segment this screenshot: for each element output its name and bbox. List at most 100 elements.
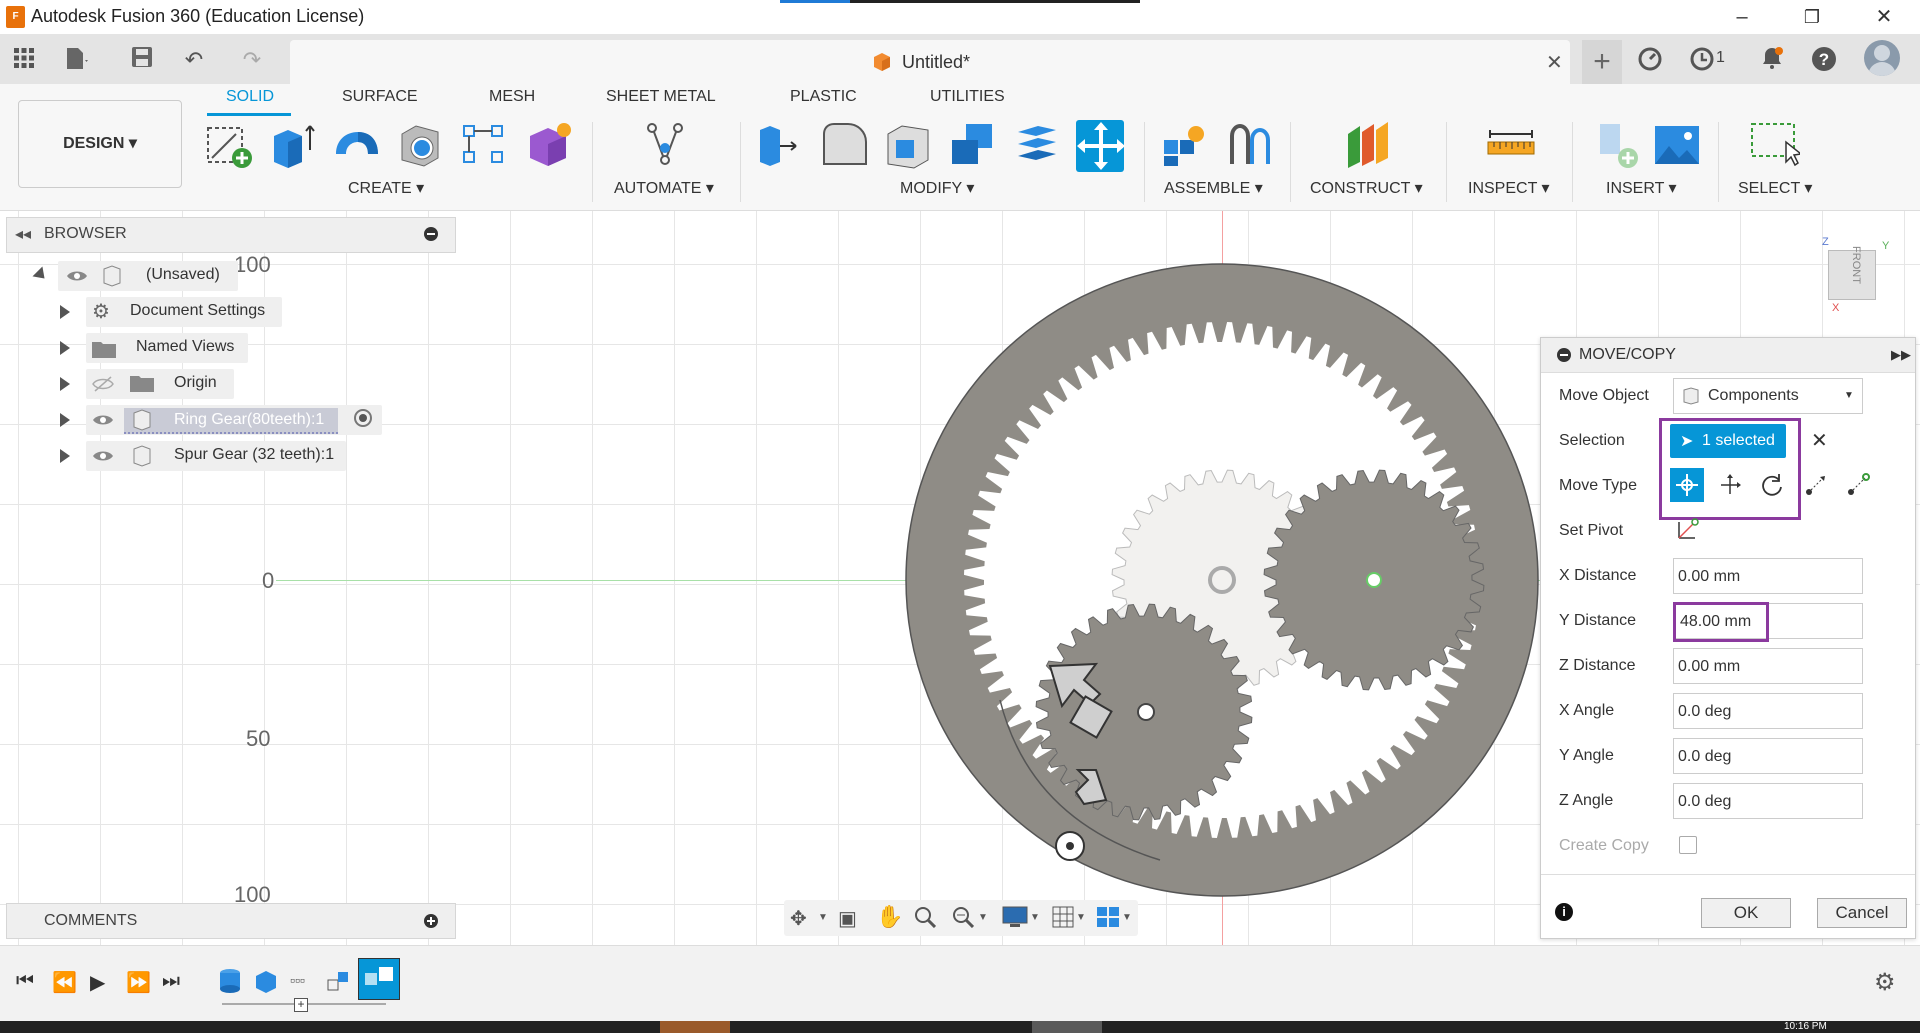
add-comment-icon[interactable]	[424, 914, 438, 928]
press-pull-icon[interactable]	[756, 120, 804, 172]
user-avatar[interactable]	[1864, 40, 1900, 76]
extensions-icon[interactable]	[1636, 46, 1664, 74]
inspect-group-label[interactable]: INSPECT ▾	[1468, 178, 1550, 198]
workspace-switcher-button[interactable]: DESIGN ▾	[18, 100, 182, 188]
visibility-eye-icon[interactable]	[66, 268, 88, 289]
close-window-button[interactable]: ✕	[1864, 4, 1904, 30]
timeline-feature-move-icon[interactable]	[358, 958, 400, 1000]
collapse-dialog-icon[interactable]	[1557, 348, 1571, 362]
visibility-eye-icon[interactable]	[92, 412, 114, 433]
shell-modify-icon[interactable]	[884, 120, 932, 172]
gear-assembly-model[interactable]	[900, 260, 1550, 910]
go-to-start-icon[interactable]: ⏮	[16, 970, 34, 993]
tab-sheet-metal[interactable]: SHEET METAL	[606, 88, 716, 106]
viewports-icon[interactable]	[1096, 906, 1120, 933]
comments-panel-header[interactable]: COMMENTS	[6, 903, 456, 939]
measure-icon[interactable]	[1486, 120, 1535, 172]
look-at-icon[interactable]: ▣	[838, 906, 857, 931]
expand-arrow[interactable]	[60, 413, 70, 427]
hidden-eye-icon[interactable]	[92, 376, 114, 397]
notifications-bell-icon[interactable]	[1758, 46, 1786, 74]
timeline-group-icon[interactable]: +	[294, 998, 308, 1012]
translate-move-type-button[interactable]	[1713, 468, 1747, 502]
file-menu-icon[interactable]	[62, 46, 90, 74]
assemble-group-label[interactable]: ASSEMBLE ▾	[1164, 178, 1263, 198]
select-group-label[interactable]: SELECT ▾	[1738, 178, 1812, 198]
visibility-eye-icon[interactable]	[92, 448, 114, 469]
undo-icon[interactable]: ↶	[180, 46, 208, 74]
offset-plane-icon[interactable]	[1344, 120, 1392, 172]
close-tab-icon[interactable]: ✕	[1546, 50, 1563, 75]
cancel-button[interactable]: Cancel	[1817, 898, 1907, 928]
selection-button[interactable]: ➤ 1 selected	[1670, 424, 1786, 458]
create-group-label[interactable]: CREATE ▾	[348, 178, 424, 198]
construct-group-label[interactable]: CONSTRUCT ▾	[1310, 178, 1423, 198]
zoom-dropdown-icon[interactable]: ▼	[978, 912, 988, 923]
go-to-end-icon[interactable]: ⏭	[162, 970, 180, 993]
step-forward-icon[interactable]: ⏩	[126, 970, 151, 995]
tab-mesh[interactable]: MESH	[489, 88, 535, 106]
expand-arrow[interactable]	[60, 449, 70, 463]
form-icon[interactable]	[524, 120, 572, 172]
zoom-icon[interactable]	[914, 906, 937, 933]
fillet-icon[interactable]	[820, 120, 868, 172]
insert-group-label[interactable]: INSERT ▾	[1606, 178, 1677, 198]
pan-hand-icon[interactable]: ✋	[876, 904, 903, 930]
timeline-feature-component-icon[interactable]	[254, 968, 278, 994]
grid-settings-icon[interactable]	[1052, 906, 1074, 933]
joint-icon[interactable]	[1224, 120, 1272, 172]
tab-solid[interactable]: SOLID	[226, 88, 274, 106]
shell-icon[interactable]	[396, 120, 444, 172]
collapse-browser-icon[interactable]: ◂◂	[15, 224, 31, 244]
new-tab-button[interactable]: +	[1582, 40, 1622, 84]
revolve-icon[interactable]	[332, 120, 380, 172]
z-distance-input[interactable]: 0.00 mm	[1673, 648, 1863, 684]
x-distance-input[interactable]: 0.00 mm	[1673, 558, 1863, 594]
align-icon[interactable]	[1012, 120, 1060, 172]
move-copy-header[interactable]: MOVE/COPY ▶▶	[1541, 338, 1915, 373]
rotate-move-type-button[interactable]	[1755, 468, 1789, 502]
modify-group-label[interactable]: MODIFY ▾	[900, 178, 974, 198]
play-icon[interactable]: ▶	[90, 970, 105, 995]
clear-selection-icon[interactable]: ✕	[1811, 428, 1828, 453]
automate-icon[interactable]	[640, 120, 688, 172]
timeline-feature-pattern-icon[interactable]: ▫▫▫	[290, 972, 305, 988]
tab-utilities[interactable]: UTILITIES	[930, 88, 1005, 106]
tab-plastic[interactable]: PLASTIC	[790, 88, 857, 106]
combine-icon[interactable]	[948, 120, 996, 172]
viewcube-front-face[interactable]: FRONT	[1828, 246, 1876, 300]
create-copy-checkbox[interactable]	[1679, 836, 1697, 854]
insert-canvas-icon[interactable]	[1652, 120, 1700, 172]
expand-arrow[interactable]	[60, 341, 70, 355]
ok-button[interactable]: OK	[1701, 898, 1791, 928]
set-pivot-button[interactable]	[1675, 514, 1703, 542]
orbit-dropdown-icon[interactable]: ▼	[818, 912, 828, 923]
move-object-dropdown[interactable]: Components ▼	[1673, 378, 1863, 414]
free-move-type-button[interactable]	[1670, 468, 1704, 502]
select-box-icon[interactable]	[1750, 120, 1803, 172]
info-icon[interactable]: i	[1555, 903, 1573, 921]
timeline-feature-extrude-icon[interactable]	[218, 968, 242, 994]
tab-surface[interactable]: SURFACE	[342, 88, 418, 106]
expand-arrow[interactable]	[60, 377, 70, 391]
grid-dropdown-icon[interactable]: ▼	[1076, 912, 1086, 923]
y-angle-input[interactable]: 0.0 deg	[1673, 738, 1863, 774]
help-icon[interactable]: ?	[1810, 46, 1838, 74]
expand-arrow[interactable]	[60, 305, 70, 319]
data-panel-grid-icon[interactable]	[10, 46, 38, 74]
automate-group-label[interactable]: AUTOMATE ▾	[614, 178, 714, 198]
redo-icon[interactable]: ↷	[238, 46, 266, 74]
expand-dialog-icon[interactable]: ▶▶	[1891, 347, 1911, 363]
extrude-icon[interactable]	[268, 120, 316, 172]
browser-panel-header[interactable]: ◂◂ BROWSER	[6, 217, 456, 253]
insert-derive-icon[interactable]	[1594, 120, 1642, 172]
zoom-window-icon[interactable]	[952, 906, 975, 933]
display-settings-icon[interactable]	[1002, 906, 1028, 933]
point-to-position-button[interactable]	[1841, 468, 1875, 502]
minimize-button[interactable]: –	[1722, 4, 1762, 30]
job-status-icon[interactable]	[1688, 46, 1716, 74]
pattern-icon[interactable]	[460, 120, 508, 172]
browser-options-icon[interactable]	[424, 227, 438, 241]
viewports-dropdown-icon[interactable]: ▼	[1122, 912, 1132, 923]
x-angle-input[interactable]: 0.0 deg	[1673, 693, 1863, 729]
